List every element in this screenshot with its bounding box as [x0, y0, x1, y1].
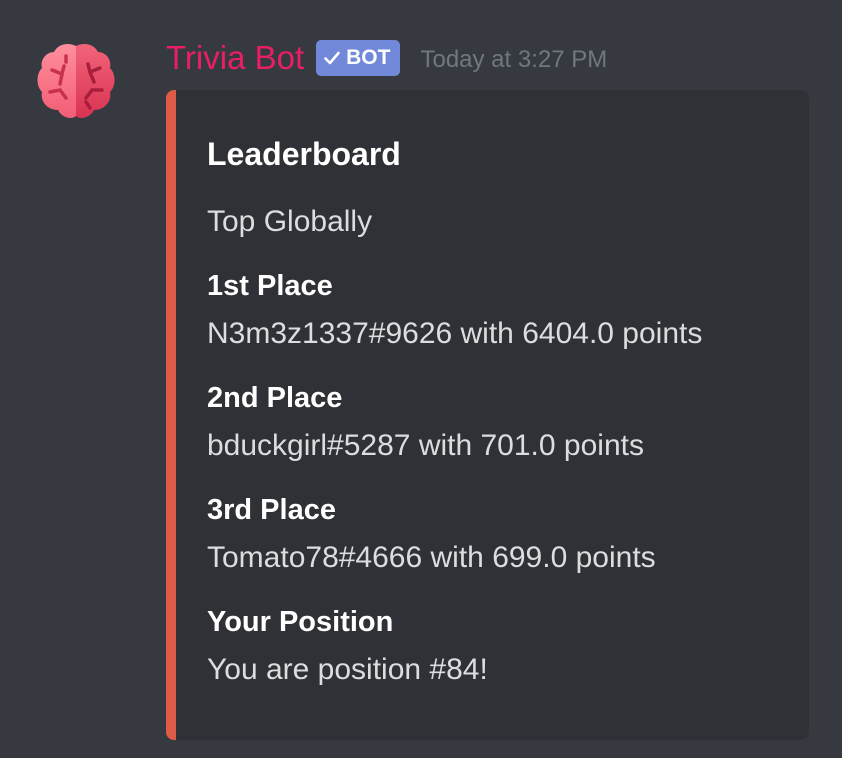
author-name[interactable]: Trivia Bot	[166, 38, 304, 78]
field-name: 3rd Place	[207, 494, 336, 526]
field-name: Your Position	[207, 606, 394, 638]
bot-avatar[interactable]	[36, 40, 116, 120]
bot-badge: BOT	[316, 40, 401, 76]
embed-title: Leaderboard	[207, 136, 401, 172]
message-timestamp: Today at 3:27 PM	[420, 46, 608, 73]
field-name: 1st Place	[207, 270, 333, 302]
embed-content: Leaderboard Top Globally 1st Place N3m3z…	[207, 134, 789, 690]
leaderboard-embed: Leaderboard Top Globally 1st Place N3m3z…	[166, 90, 809, 740]
embed-description: Top Globally	[207, 205, 373, 238]
field-value: Tomato78#4666 with 699.0 points	[207, 541, 656, 574]
embed-accent-bar	[166, 90, 176, 740]
embed-field: Your Position You are position #84!	[207, 602, 789, 690]
chat-message: Trivia Bot BOT Today at 3:27 PM Leaderbo…	[0, 0, 842, 758]
embed-field: 3rd Place Tomato78#4666 with 699.0 point…	[207, 490, 789, 578]
brain-icon	[37, 44, 115, 118]
field-value: N3m3z1337#9626 with 6404.0 points	[207, 317, 703, 350]
field-name: 2nd Place	[207, 382, 343, 414]
field-value: You are position #84!	[207, 653, 488, 686]
embed-field: 2nd Place bduckgirl#5287 with 701.0 poin…	[207, 378, 789, 466]
field-value: bduckgirl#5287 with 701.0 points	[207, 429, 644, 462]
checkmark-icon	[324, 51, 340, 65]
bot-badge-label: BOT	[346, 46, 391, 69]
embed-field: 1st Place N3m3z1337#9626 with 6404.0 poi…	[207, 266, 789, 354]
message-header: Trivia Bot BOT Today at 3:27 PM	[166, 34, 607, 82]
